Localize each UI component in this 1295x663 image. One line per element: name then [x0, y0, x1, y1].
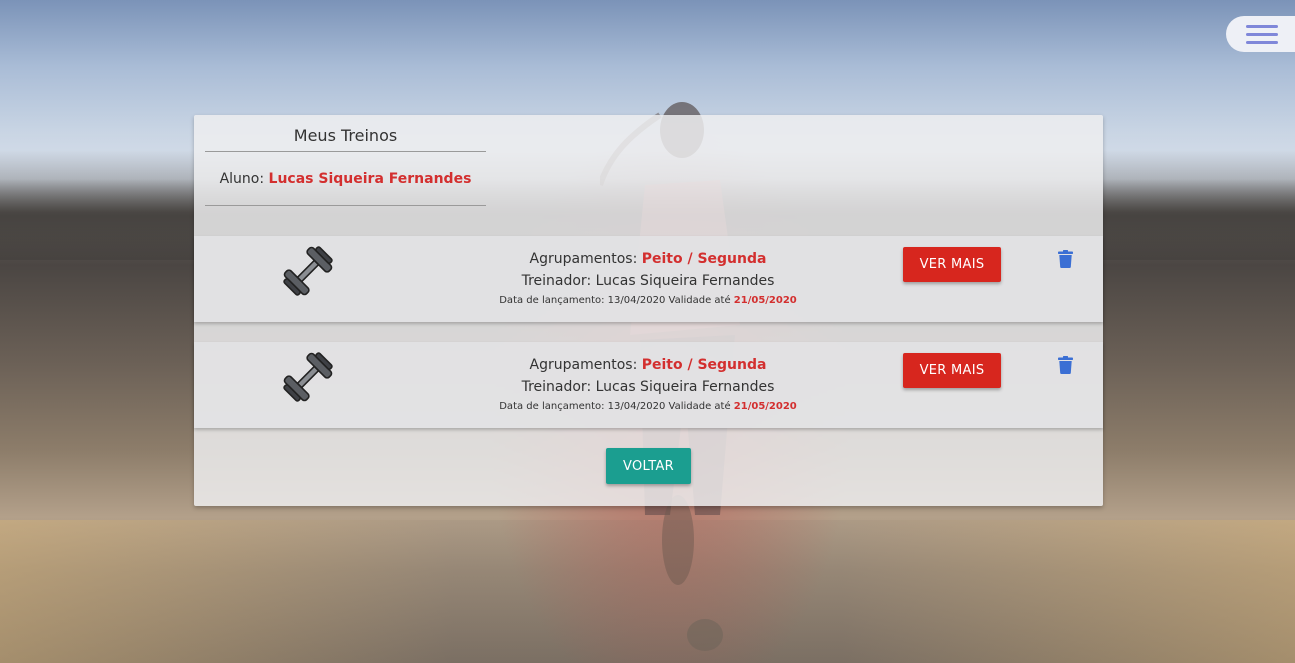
hamburger-icon — [1246, 24, 1278, 44]
trainer-name: Lucas Siqueira Fernandes — [595, 273, 775, 289]
launch-date: 13/04/2020 — [607, 401, 666, 412]
validity-label: Validade até — [668, 401, 731, 412]
panel-header: Meus Treinos Aluno: Lucas Siqueira Ferna… — [205, 115, 486, 206]
student-name: Lucas Siqueira Fernandes — [268, 171, 472, 187]
dumbbell-icon — [283, 352, 333, 402]
workout-card: Agrupamentos: Peito / Segunda Treinador:… — [194, 236, 1103, 322]
validity-label: Validade até — [668, 295, 731, 306]
trainer-label: Treinador: — [521, 379, 592, 395]
trainer-name: Lucas Siqueira Fernandes — [595, 379, 775, 395]
page-title: Meus Treinos — [205, 115, 486, 152]
student-label: Aluno: — [219, 171, 265, 187]
see-more-button[interactable]: VER MAIS — [903, 247, 1001, 282]
trash-icon[interactable] — [1058, 356, 1073, 374]
trainer-label: Treinador: — [521, 273, 592, 289]
back-button[interactable]: VOLTAR — [606, 448, 691, 484]
launch-label: Data de lançamento: — [499, 401, 605, 412]
trash-icon[interactable] — [1058, 250, 1073, 268]
grouping-value: Peito / Segunda — [641, 251, 767, 267]
validity-date: 21/05/2020 — [733, 295, 797, 306]
grouping-value: Peito / Segunda — [641, 357, 767, 373]
student-line: Aluno: Lucas Siqueira Fernandes — [205, 152, 486, 206]
menu-toggle-button[interactable] — [1226, 16, 1295, 52]
workout-card: Agrupamentos: Peito / Segunda Treinador:… — [194, 342, 1103, 428]
dumbbell-icon — [283, 246, 333, 296]
launch-label: Data de lançamento: — [499, 295, 605, 306]
see-more-button[interactable]: VER MAIS — [903, 353, 1001, 388]
workout-info: Agrupamentos: Peito / Segunda Treinador:… — [458, 248, 838, 309]
workout-info: Agrupamentos: Peito / Segunda Treinador:… — [458, 354, 838, 415]
grouping-label: Agrupamentos: — [529, 251, 638, 267]
workouts-panel: Meus Treinos Aluno: Lucas Siqueira Ferna… — [194, 115, 1103, 506]
grouping-label: Agrupamentos: — [529, 357, 638, 373]
launch-date: 13/04/2020 — [607, 295, 666, 306]
validity-date: 21/05/2020 — [733, 401, 797, 412]
